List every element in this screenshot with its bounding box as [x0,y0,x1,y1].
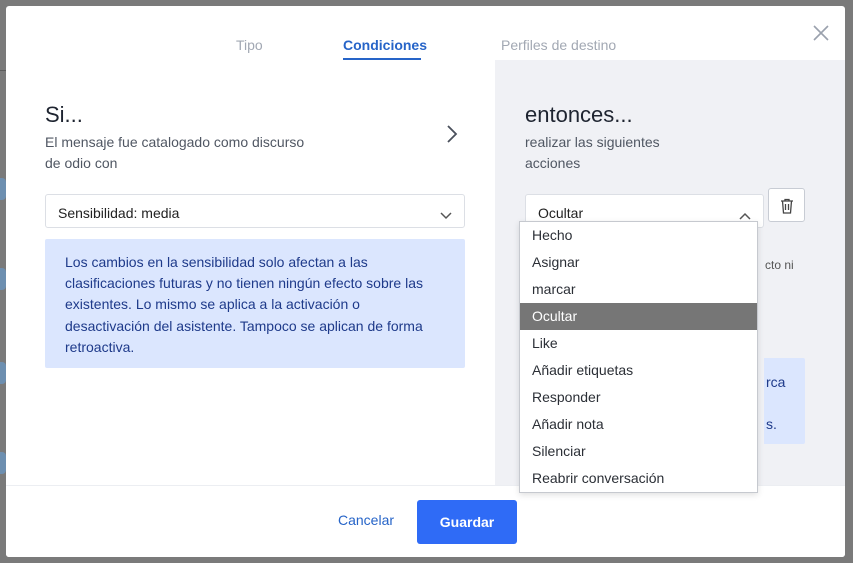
tab-condiciones[interactable]: Condiciones [343,37,427,53]
condition-description-line: de odio con [45,155,118,171]
condition-description-line: El mensaje fue catalogado como discurso [45,134,305,150]
note-line: desactivación del asistente. Tampoco se … [65,317,423,334]
delete-action-button[interactable] [768,188,805,222]
option-asignar[interactable]: Asignar [520,249,757,276]
obscured-help-text: cto ni [765,258,794,272]
option-ocultar[interactable]: Ocultar [520,303,757,330]
option-silenciar[interactable]: Silenciar [520,438,757,465]
option-hecho[interactable]: Hecho [520,222,757,249]
action-description-line: acciones [525,155,581,171]
obscured-note-text: rca [766,374,786,390]
condition-description: El mensaje fue catalogado como discurso … [45,132,304,174]
option-anadir-nota[interactable]: Añadir nota [520,411,757,438]
chevron-down-icon [440,207,452,220]
option-responder[interactable]: Responder [520,384,757,411]
note-line: clasificaciones futuras y no tienen ning… [65,275,423,292]
condition-panel: Si... El mensaje fue catalogado como dis… [6,60,495,485]
note-line: retroactiva. [65,338,135,355]
tab-tipo[interactable]: Tipo [236,37,263,53]
note-line: existentes. Lo mismo se aplica a la acti… [65,296,360,313]
note-line: Los cambios en la sensibilidad solo afec… [65,254,368,270]
obscured-note-text: s. [766,416,777,432]
option-like[interactable]: Like [520,330,757,357]
close-icon[interactable] [812,24,830,42]
action-description: realizar las siguientes acciones [525,132,660,174]
action-heading: entonces... [525,102,633,127]
chevron-up-icon [739,207,751,220]
option-anadir-etiquetas[interactable]: Añadir etiquetas [520,357,757,384]
modal-footer: Cancelar Guardar [6,485,845,557]
sensitivity-select-value: Sensibilidad: media [58,205,180,221]
sensitivity-select[interactable]: Sensibilidad: media [45,194,465,228]
tab-bar: Tipo Condiciones Perfiles de destino [6,6,845,60]
action-options-dropdown: Hecho Asignar marcar Ocultar Like Añadir… [519,221,758,493]
condition-heading: Si... [45,102,83,127]
save-button[interactable]: Guardar [417,500,517,544]
chevron-right-icon[interactable] [445,124,459,144]
option-marcar[interactable]: marcar [520,276,757,303]
tab-perfiles-de-destino[interactable]: Perfiles de destino [501,37,616,53]
action-description-line: realizar las siguientes [525,134,660,150]
option-reabrir-conversacion[interactable]: Reabrir conversación [520,465,757,492]
sensitivity-info-note: Los cambios en la sensibilidad solo afec… [45,239,465,368]
trash-icon [781,198,793,214]
action-select-value: Ocultar [538,205,584,221]
cancel-button[interactable]: Cancelar [338,512,394,528]
